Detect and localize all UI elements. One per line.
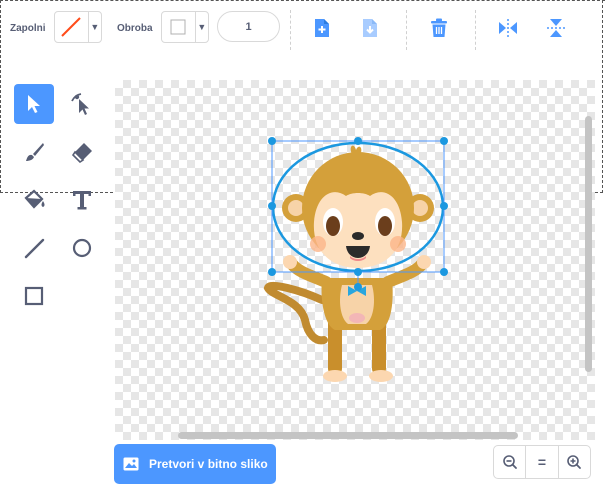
zoom-out-icon <box>502 455 517 469</box>
reshape-tool[interactable] <box>62 84 102 124</box>
fill-color-picker[interactable]: ▼ <box>54 11 102 43</box>
image-icon <box>123 457 139 471</box>
zoom-in-button[interactable] <box>559 446 590 478</box>
eraser-icon <box>71 143 92 163</box>
zoom-out-button[interactable] <box>494 446 527 478</box>
eraser-tool[interactable] <box>62 132 102 172</box>
fill-swatch[interactable] <box>55 12 89 42</box>
outline-width-input[interactable]: 1 <box>217 11 280 42</box>
arrow-pointer-icon <box>28 95 40 113</box>
reshape-icon <box>71 93 89 115</box>
flip-horizontal-icon <box>499 19 517 37</box>
zoom-in-icon <box>567 455 582 469</box>
zoom-controls: = <box>493 445 591 479</box>
toolbar: Zapolni ▼ Obroba ▼ 1 <box>0 0 605 56</box>
fill-color-icon <box>60 16 83 38</box>
brush-tool[interactable] <box>14 132 54 172</box>
select-tool[interactable] <box>14 84 54 124</box>
vertical-scrollbar[interactable] <box>585 116 592 372</box>
flip-vertical-icon <box>547 19 565 37</box>
circle-icon <box>72 238 92 258</box>
line-tool[interactable] <box>14 228 54 268</box>
toolbar-divider <box>406 10 407 50</box>
copy-icon <box>315 19 329 37</box>
copy-button[interactable] <box>308 14 336 42</box>
line-icon <box>24 238 45 259</box>
outline-dropdown-icon[interactable]: ▼ <box>196 12 208 42</box>
toolbar-divider <box>290 10 291 50</box>
paint-bucket-icon <box>24 189 45 209</box>
outline-color-icon <box>170 19 186 35</box>
rectangle-icon <box>24 286 44 306</box>
brush-icon <box>26 143 44 161</box>
convert-to-bitmap-button[interactable]: Pretvori v bitno sliko <box>114 444 276 484</box>
trash-icon <box>431 18 447 37</box>
fill-dropdown-icon[interactable]: ▼ <box>89 12 101 42</box>
horizontal-scrollbar[interactable] <box>178 432 518 439</box>
outline-color-picker[interactable]: ▼ <box>161 11 209 43</box>
paste-button[interactable] <box>356 14 384 42</box>
circle-tool[interactable] <box>62 228 102 268</box>
outline-swatch[interactable] <box>162 12 196 42</box>
fill-label: Zapolni <box>10 23 46 34</box>
toolbar-divider <box>475 10 476 50</box>
paint-canvas[interactable] <box>115 80 595 440</box>
delete-button[interactable] <box>425 14 453 42</box>
tool-palette <box>0 76 110 336</box>
outline-label: Obroba <box>117 23 153 34</box>
rectangle-tool[interactable] <box>14 276 54 316</box>
zoom-reset-label: = <box>537 454 547 470</box>
fill-tool[interactable] <box>14 180 54 220</box>
paste-icon <box>363 19 377 37</box>
text-icon <box>73 191 91 210</box>
monkey-costume[interactable] <box>115 80 595 440</box>
convert-to-bitmap-label: Pretvori v bitno sliko <box>149 457 268 471</box>
flip-horizontal-button[interactable] <box>494 14 522 42</box>
text-tool[interactable] <box>62 180 102 220</box>
zoom-reset-button[interactable]: = <box>526 446 559 478</box>
flip-vertical-button[interactable] <box>542 14 570 42</box>
